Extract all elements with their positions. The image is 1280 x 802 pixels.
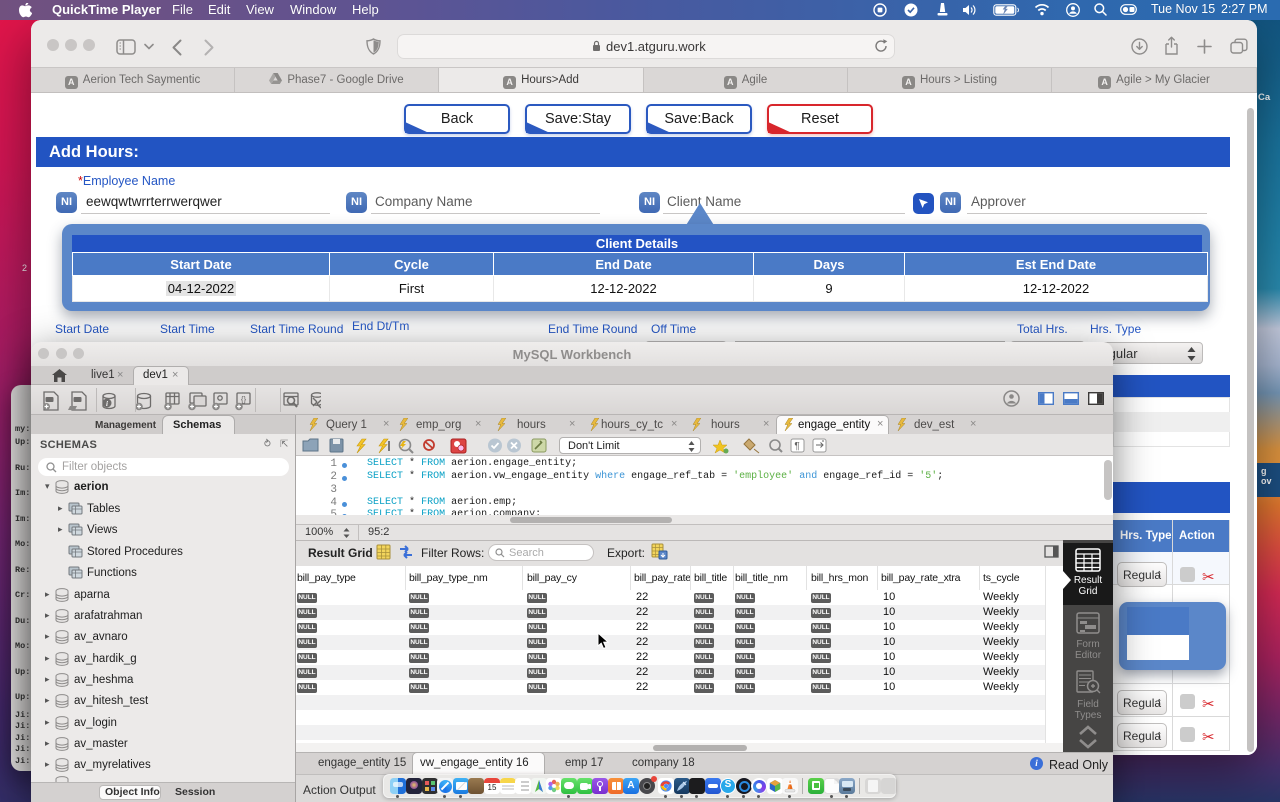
svg-text:¶: ¶ [794,441,799,452]
svg-text:{}: {} [241,395,247,404]
svg-text:i: i [106,400,108,408]
